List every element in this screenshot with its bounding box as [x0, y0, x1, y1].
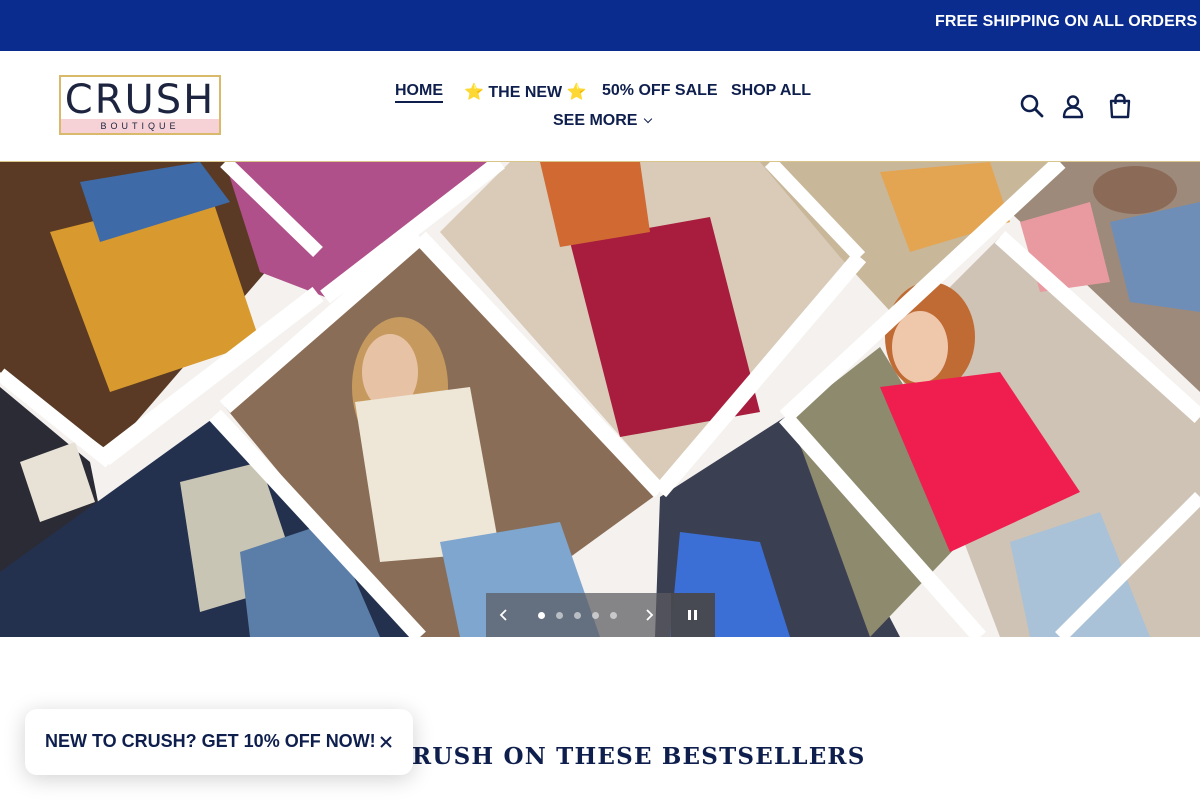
- hero-collage-image: [0, 162, 1200, 637]
- account-icon[interactable]: [1060, 93, 1086, 119]
- slide-dot-1[interactable]: [538, 612, 545, 619]
- slideshow-controls: [486, 593, 715, 637]
- chevron-right-icon: [646, 609, 654, 621]
- slide-dot-4[interactable]: [592, 612, 599, 619]
- promo-text[interactable]: NEW TO CRUSH? GET 10% OFF NOW!: [45, 731, 376, 752]
- slide-dot-5[interactable]: [610, 612, 617, 619]
- logo-name: CRUSH: [64, 77, 216, 123]
- pause-slideshow-button[interactable]: [671, 593, 715, 637]
- star-icon: ⭐: [464, 84, 484, 101]
- previous-slide-button[interactable]: [496, 607, 512, 623]
- nav-home[interactable]: HOME: [395, 82, 443, 103]
- slide-dot-3[interactable]: [574, 612, 581, 619]
- nav-the-new[interactable]: ⭐ THE NEW ⭐: [464, 82, 587, 102]
- site-header: CRUSH BOUTIQUE HOME ⭐ THE NEW ⭐ 50% OFF …: [0, 51, 1200, 162]
- chevron-left-icon: [499, 609, 507, 621]
- logo-tagline: BOUTIQUE: [61, 119, 219, 133]
- announcement-text: FREE SHIPPING ON ALL ORDERS $100+: [935, 13, 1200, 30]
- nav-sale[interactable]: 50% OFF SALE: [602, 82, 718, 100]
- next-slide-button[interactable]: [641, 607, 657, 623]
- chevron-down-icon: [644, 114, 653, 124]
- pause-icon: [688, 610, 691, 620]
- star-icon: ⭐: [566, 84, 587, 101]
- announcement-bar: FREE SHIPPING ON ALL ORDERS $100+: [0, 0, 1200, 51]
- bestsellers-heading: RUSH ON THESE BESTSELLERS: [412, 743, 866, 770]
- search-icon[interactable]: [1019, 93, 1045, 119]
- cart-icon[interactable]: [1107, 93, 1133, 119]
- promo-popup[interactable]: NEW TO CRUSH? GET 10% OFF NOW!: [25, 709, 413, 775]
- nav-see-more[interactable]: SEE MORE: [553, 112, 653, 130]
- slide-dot-2[interactable]: [556, 612, 563, 619]
- nav-the-new-label: THE NEW: [488, 84, 563, 101]
- hero-slideshow[interactable]: [0, 162, 1200, 637]
- nav-see-more-label: SEE MORE: [553, 112, 638, 129]
- nav-shop-all[interactable]: SHOP ALL: [731, 82, 811, 100]
- brand-logo[interactable]: CRUSH BOUTIQUE: [59, 75, 221, 135]
- close-icon[interactable]: [375, 731, 397, 753]
